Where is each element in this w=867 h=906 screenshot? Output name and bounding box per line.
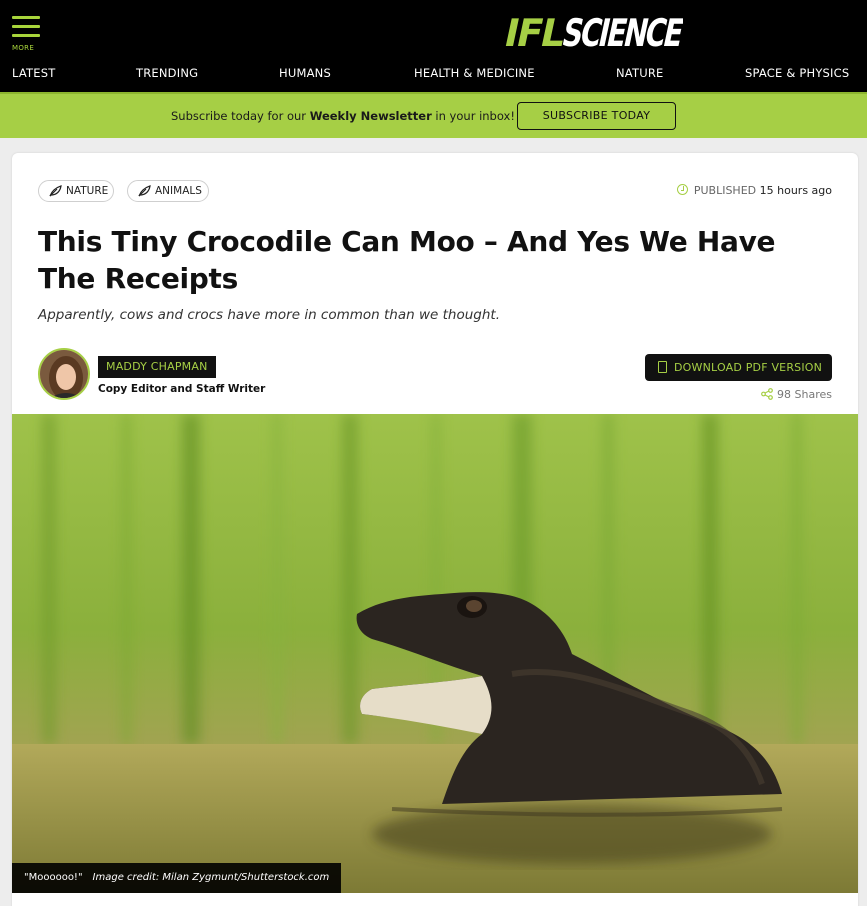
logo-science-text: SCIENCE [558, 11, 683, 52]
menu-label: MORE [12, 44, 35, 52]
download-pdf-button[interactable]: DOWNLOAD PDF VERSION [645, 354, 832, 381]
leaf-icon [49, 185, 62, 197]
newsletter-highlight: Weekly Newsletter [309, 109, 432, 123]
tag-animals[interactable]: ANIMALS [127, 180, 209, 202]
newsletter-banner: Subscribe today for our Weekly Newslette… [0, 92, 867, 138]
crocodile-photo [12, 414, 858, 893]
image-credit: Image credit: Milan Zygmunt/Shutterstock… [92, 872, 330, 883]
nav-latest[interactable]: LATEST [12, 66, 55, 80]
published-label: PUBLISHED [693, 184, 757, 197]
article-title: This Tiny Crocodile Can Moo – And Yes We… [38, 225, 776, 295]
tag-label: NATURE [66, 185, 109, 197]
pdf-icon [658, 361, 667, 373]
tag-nature[interactable]: NATURE [38, 180, 114, 202]
site-header: MORE IFL SCIENCE LATEST TRENDING HUMANS … [0, 0, 867, 92]
tag-label: ANIMALS [155, 185, 202, 197]
leaf-icon [138, 185, 151, 197]
article-subtitle: Apparently, cows and crocs have more in … [38, 307, 500, 323]
site-logo[interactable]: IFL SCIENCE [498, 10, 686, 56]
menu-icon [12, 16, 40, 19]
nav-humans[interactable]: HUMANS [279, 66, 331, 80]
nav-nature[interactable]: NATURE [616, 66, 663, 80]
author-role: Copy Editor and Staff Writer [98, 383, 266, 395]
article-card: NATURE ANIMALS PUBLISHED 15 hours ago Th… [12, 153, 858, 906]
clock-icon [676, 184, 688, 195]
newsletter-text: Subscribe today for our Weekly Newslette… [171, 109, 515, 123]
avatar-image [40, 350, 88, 398]
hero-image: "Moooooo!" Image credit: Milan Zygmunt/Sh… [12, 414, 858, 893]
published-time: 15 hours ago [759, 184, 832, 197]
author-avatar[interactable] [38, 348, 90, 400]
main-nav: LATEST TRENDING HUMANS HEALTH & MEDICINE… [0, 66, 867, 84]
menu-button[interactable]: MORE [12, 16, 40, 54]
nav-space-physics[interactable]: SPACE & PHYSICS [745, 66, 849, 80]
share-count[interactable]: 98 Shares [761, 388, 832, 401]
author-name[interactable]: MADDY CHAPMAN [98, 356, 216, 378]
download-pdf-label: DOWNLOAD PDF VERSION [674, 361, 823, 374]
nav-trending[interactable]: TRENDING [136, 66, 198, 80]
logo-ifl-text: IFL [500, 11, 569, 52]
share-count-label: 98 Shares [777, 388, 832, 401]
published-info: PUBLISHED 15 hours ago [676, 184, 832, 197]
nav-health-medicine[interactable]: HEALTH & MEDICINE [414, 66, 535, 80]
subscribe-button[interactable]: SUBSCRIBE TODAY [517, 102, 676, 130]
share-icon [761, 388, 773, 400]
image-caption: "Moooooo!" Image credit: Milan Zygmunt/Sh… [12, 863, 342, 893]
caption-text: "Moooooo!" [24, 872, 83, 883]
